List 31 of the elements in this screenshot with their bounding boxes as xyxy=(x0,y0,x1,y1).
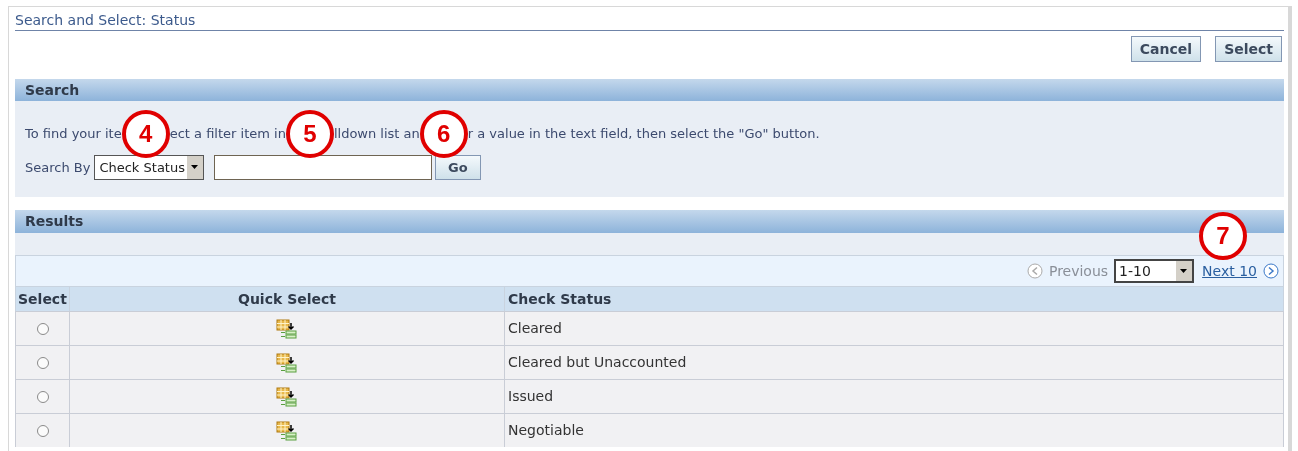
next-link[interactable]: Next 10 xyxy=(1202,260,1257,282)
instruction-text: r a value in the text field, then select the "Go" button. xyxy=(467,125,820,144)
radio-button[interactable] xyxy=(36,424,49,437)
next-icon[interactable] xyxy=(1263,263,1279,279)
instruction-text: lldown list an xyxy=(333,125,420,144)
section-title: Results xyxy=(25,213,84,229)
callout-number: 4 xyxy=(121,110,170,158)
callout-number: 5 xyxy=(285,110,334,158)
radio-button[interactable] xyxy=(36,390,49,403)
toolbar-button[interactable]: Select xyxy=(1215,36,1282,62)
toolbar-button[interactable]: Cancel xyxy=(1130,36,1202,62)
radio-button[interactable] xyxy=(36,322,49,335)
radio-button[interactable] xyxy=(36,356,49,369)
callout-number: 6 xyxy=(419,110,468,158)
quick-select-icon[interactable] xyxy=(276,420,298,441)
search-field[interactable] xyxy=(213,155,432,180)
caret-icon xyxy=(1176,261,1193,281)
previous-icon xyxy=(1026,263,1043,279)
instruction-text: To find your ite xyxy=(25,125,122,144)
quick-select-icon[interactable] xyxy=(276,352,298,373)
caret-icon xyxy=(186,156,203,179)
quick-select-icon[interactable] xyxy=(276,386,298,407)
section-header: Search xyxy=(15,79,1284,101)
quick-select-icon[interactable] xyxy=(276,318,298,339)
go-button[interactable]: Go xyxy=(434,155,481,180)
field-label: Search By xyxy=(25,158,91,177)
instruction-text: ect a filter item in xyxy=(169,125,286,144)
table-cell: Negotiable xyxy=(505,414,1284,447)
dropdown[interactable]: Check Status xyxy=(94,155,204,180)
range-dropdown[interactable]: 1-10 xyxy=(1114,259,1195,283)
page-title: Search and Select: Status xyxy=(15,7,1284,31)
